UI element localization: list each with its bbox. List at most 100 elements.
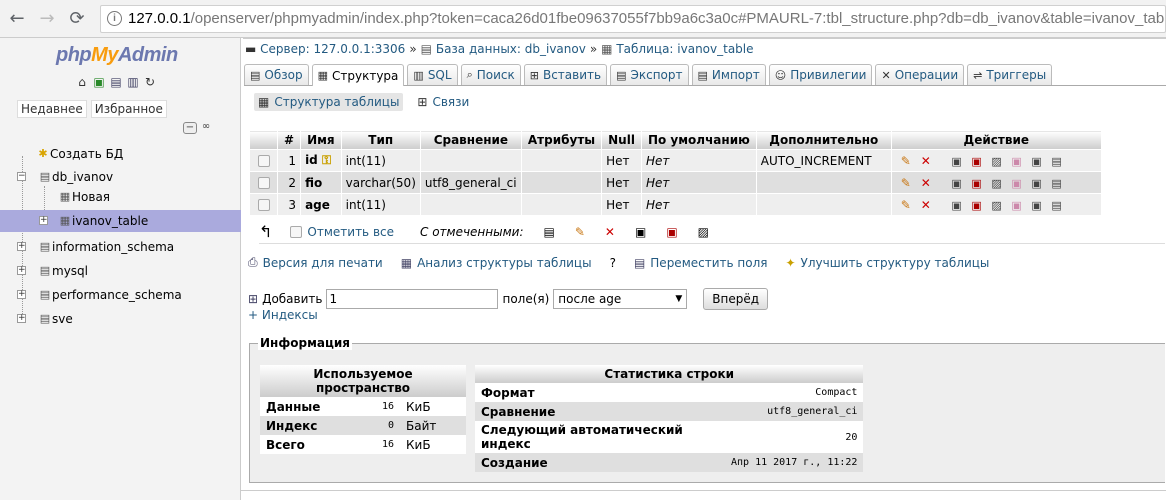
- database-icon: ▤: [420, 41, 433, 56]
- tree-item-db-ivanov[interactable]: − ▤ db_ivanov: [0, 166, 241, 188]
- arrow-up-icon: ↰: [259, 221, 273, 241]
- primary-icon[interactable]: ▣: [950, 155, 964, 168]
- collapse-controls: − ∞: [183, 122, 213, 134]
- expand-icon[interactable]: +: [39, 216, 48, 225]
- header-null: Null: [601, 130, 642, 150]
- back-button[interactable]: ←: [4, 6, 30, 32]
- home-icon[interactable]: ⌂: [75, 75, 89, 89]
- database-icon: ▤: [39, 240, 51, 253]
- reload-nav-icon[interactable]: ↻: [143, 75, 157, 89]
- fulltext-icon[interactable]: ▣: [1030, 155, 1044, 168]
- forward-button[interactable]: →: [34, 6, 60, 32]
- more-icon[interactable]: ▤: [1050, 155, 1064, 168]
- docs-icon[interactable]: ▤: [109, 75, 123, 89]
- tree-item-sve[interactable]: + ▤ sve: [0, 308, 241, 330]
- collapse-all-icon[interactable]: −: [183, 122, 197, 134]
- subtab-table-structure[interactable]: ▦ Структура таблицы: [254, 93, 404, 111]
- more-icon[interactable]: ▤: [1050, 199, 1064, 212]
- improve-structure-link[interactable]: ✦ Улучшить структуру таблицы: [785, 255, 989, 270]
- check-all-link[interactable]: Отметить все: [307, 225, 394, 239]
- expand-icon[interactable]: +: [17, 314, 26, 323]
- row-checkbox[interactable]: [257, 177, 270, 189]
- search-icon: ⌕: [466, 68, 473, 81]
- spatial-icon[interactable]: ▣: [1010, 177, 1024, 190]
- tab-insert[interactable]: ⊞ Вставить: [523, 64, 608, 85]
- edit-selected-icon[interactable]: ✎: [575, 225, 585, 239]
- subtab-relations[interactable]: ⊞ Связи: [413, 93, 473, 111]
- print-view-link[interactable]: ⎙ Версия для печати: [248, 255, 383, 270]
- index-icon[interactable]: ▨: [990, 177, 1004, 190]
- info-icon[interactable]: i: [107, 11, 122, 26]
- tree-item-information-schema[interactable]: + ▤ information_schema: [0, 236, 241, 258]
- breadcrumb-db[interactable]: ▤ База данных: db_ivanov: [421, 42, 586, 56]
- help-link[interactable]: ?: [610, 255, 616, 270]
- unique-icon[interactable]: ▣: [970, 155, 984, 168]
- unique-icon[interactable]: ▣: [970, 177, 984, 190]
- tab-recent[interactable]: Недавнее: [17, 100, 87, 118]
- tab-browse[interactable]: ▤ Обзор: [244, 64, 309, 85]
- logout-icon[interactable]: ▣: [92, 75, 106, 89]
- header-checkbox-col: [249, 130, 278, 150]
- header-collation: Сравнение: [419, 130, 522, 150]
- indexes-toggle[interactable]: + Индексы: [248, 308, 318, 322]
- tab-favorites[interactable]: Избранное: [90, 100, 167, 118]
- tree-item-mysql[interactable]: + ▤ mysql: [0, 260, 241, 282]
- table-icon: ▦: [601, 41, 613, 56]
- row-checkbox[interactable]: [257, 155, 270, 167]
- propose-structure-link[interactable]: ▦ Анализ структуры таблицы: [401, 255, 592, 270]
- unique-icon[interactable]: ▣: [970, 199, 984, 212]
- primary-key-icon: ⚿: [321, 153, 332, 167]
- add-count-input[interactable]: [326, 289, 499, 309]
- tab-sql[interactable]: ▥ SQL: [407, 64, 458, 85]
- delete-icon[interactable]: ✕: [919, 176, 933, 190]
- phpmyadmin-logo[interactable]: phpMyAdmin: [56, 44, 178, 67]
- tab-export[interactable]: ▤ Экспорт: [610, 64, 689, 85]
- tab-structure[interactable]: ▦ Структура: [311, 64, 405, 86]
- tab-privileges[interactable]: ☺ Привилегии: [768, 64, 873, 85]
- primary-icon[interactable]: ▣: [950, 199, 964, 212]
- browse-selected-icon[interactable]: ▤: [544, 225, 555, 239]
- fulltext-icon[interactable]: ▣: [1030, 177, 1044, 190]
- reload-button[interactable]: ⟳: [64, 6, 90, 32]
- collapse-icon[interactable]: −: [17, 172, 26, 181]
- expand-icon[interactable]: +: [17, 266, 26, 275]
- more-icon[interactable]: ▤: [1050, 177, 1064, 190]
- expand-icon[interactable]: +: [17, 290, 26, 299]
- tree-item-new-table[interactable]: ▦ Новая: [0, 186, 241, 208]
- delete-selected-icon[interactable]: ✕: [605, 225, 615, 239]
- tree-item-create-db[interactable]: ✱ Создать БД: [0, 143, 241, 165]
- expand-icon[interactable]: +: [17, 242, 26, 251]
- index-selected-icon[interactable]: ▨: [698, 225, 709, 239]
- primary-icon[interactable]: ▣: [950, 177, 964, 190]
- position-select[interactable]: после age ▼: [553, 289, 688, 309]
- tree-item-ivanov-table[interactable]: + ▦ ivanov_table: [0, 210, 241, 232]
- table-row: Создание Апр 11 2017 г., 11:22: [475, 453, 864, 472]
- index-icon[interactable]: ▨: [990, 199, 1004, 212]
- edit-icon[interactable]: ✎: [899, 198, 913, 212]
- row-checkbox[interactable]: [257, 199, 270, 211]
- check-all-checkbox[interactable]: [290, 225, 303, 238]
- unique-selected-icon[interactable]: ▣: [666, 225, 677, 239]
- tab-triggers[interactable]: ⇌ Триггеры: [967, 64, 1053, 85]
- primary-selected-icon[interactable]: ▣: [635, 225, 646, 239]
- tab-import[interactable]: ▤ Импорт: [691, 64, 766, 85]
- field-name: age: [300, 193, 342, 216]
- delete-icon[interactable]: ✕: [919, 198, 933, 212]
- spatial-icon[interactable]: ▣: [1010, 199, 1024, 212]
- tree-item-performance-schema[interactable]: + ▤ performance_schema: [0, 284, 241, 306]
- tab-operations[interactable]: ✕ Операции: [875, 64, 965, 85]
- help-icon[interactable]: ▥: [126, 75, 140, 89]
- breadcrumb-table[interactable]: ▦ Таблица: ivanov_table: [601, 42, 753, 56]
- index-icon[interactable]: ▨: [990, 155, 1004, 168]
- edit-icon[interactable]: ✎: [899, 176, 913, 190]
- link-icon[interactable]: ∞: [199, 122, 213, 134]
- breadcrumb-server[interactable]: ▬ Сервер: 127.0.0.1:3306: [245, 42, 405, 56]
- address-bar[interactable]: i 127.0.0.1/openserver/phpmyadmin/index.…: [100, 4, 1166, 33]
- tab-search[interactable]: ⌕ Поиск: [460, 64, 521, 85]
- fulltext-icon[interactable]: ▣: [1030, 199, 1044, 212]
- go-button[interactable]: Вперёд: [703, 288, 769, 310]
- move-columns-link[interactable]: ▤ Переместить поля: [634, 255, 768, 270]
- edit-icon[interactable]: ✎: [899, 154, 913, 168]
- delete-icon[interactable]: ✕: [919, 154, 933, 168]
- spatial-icon[interactable]: ▣: [1010, 155, 1024, 168]
